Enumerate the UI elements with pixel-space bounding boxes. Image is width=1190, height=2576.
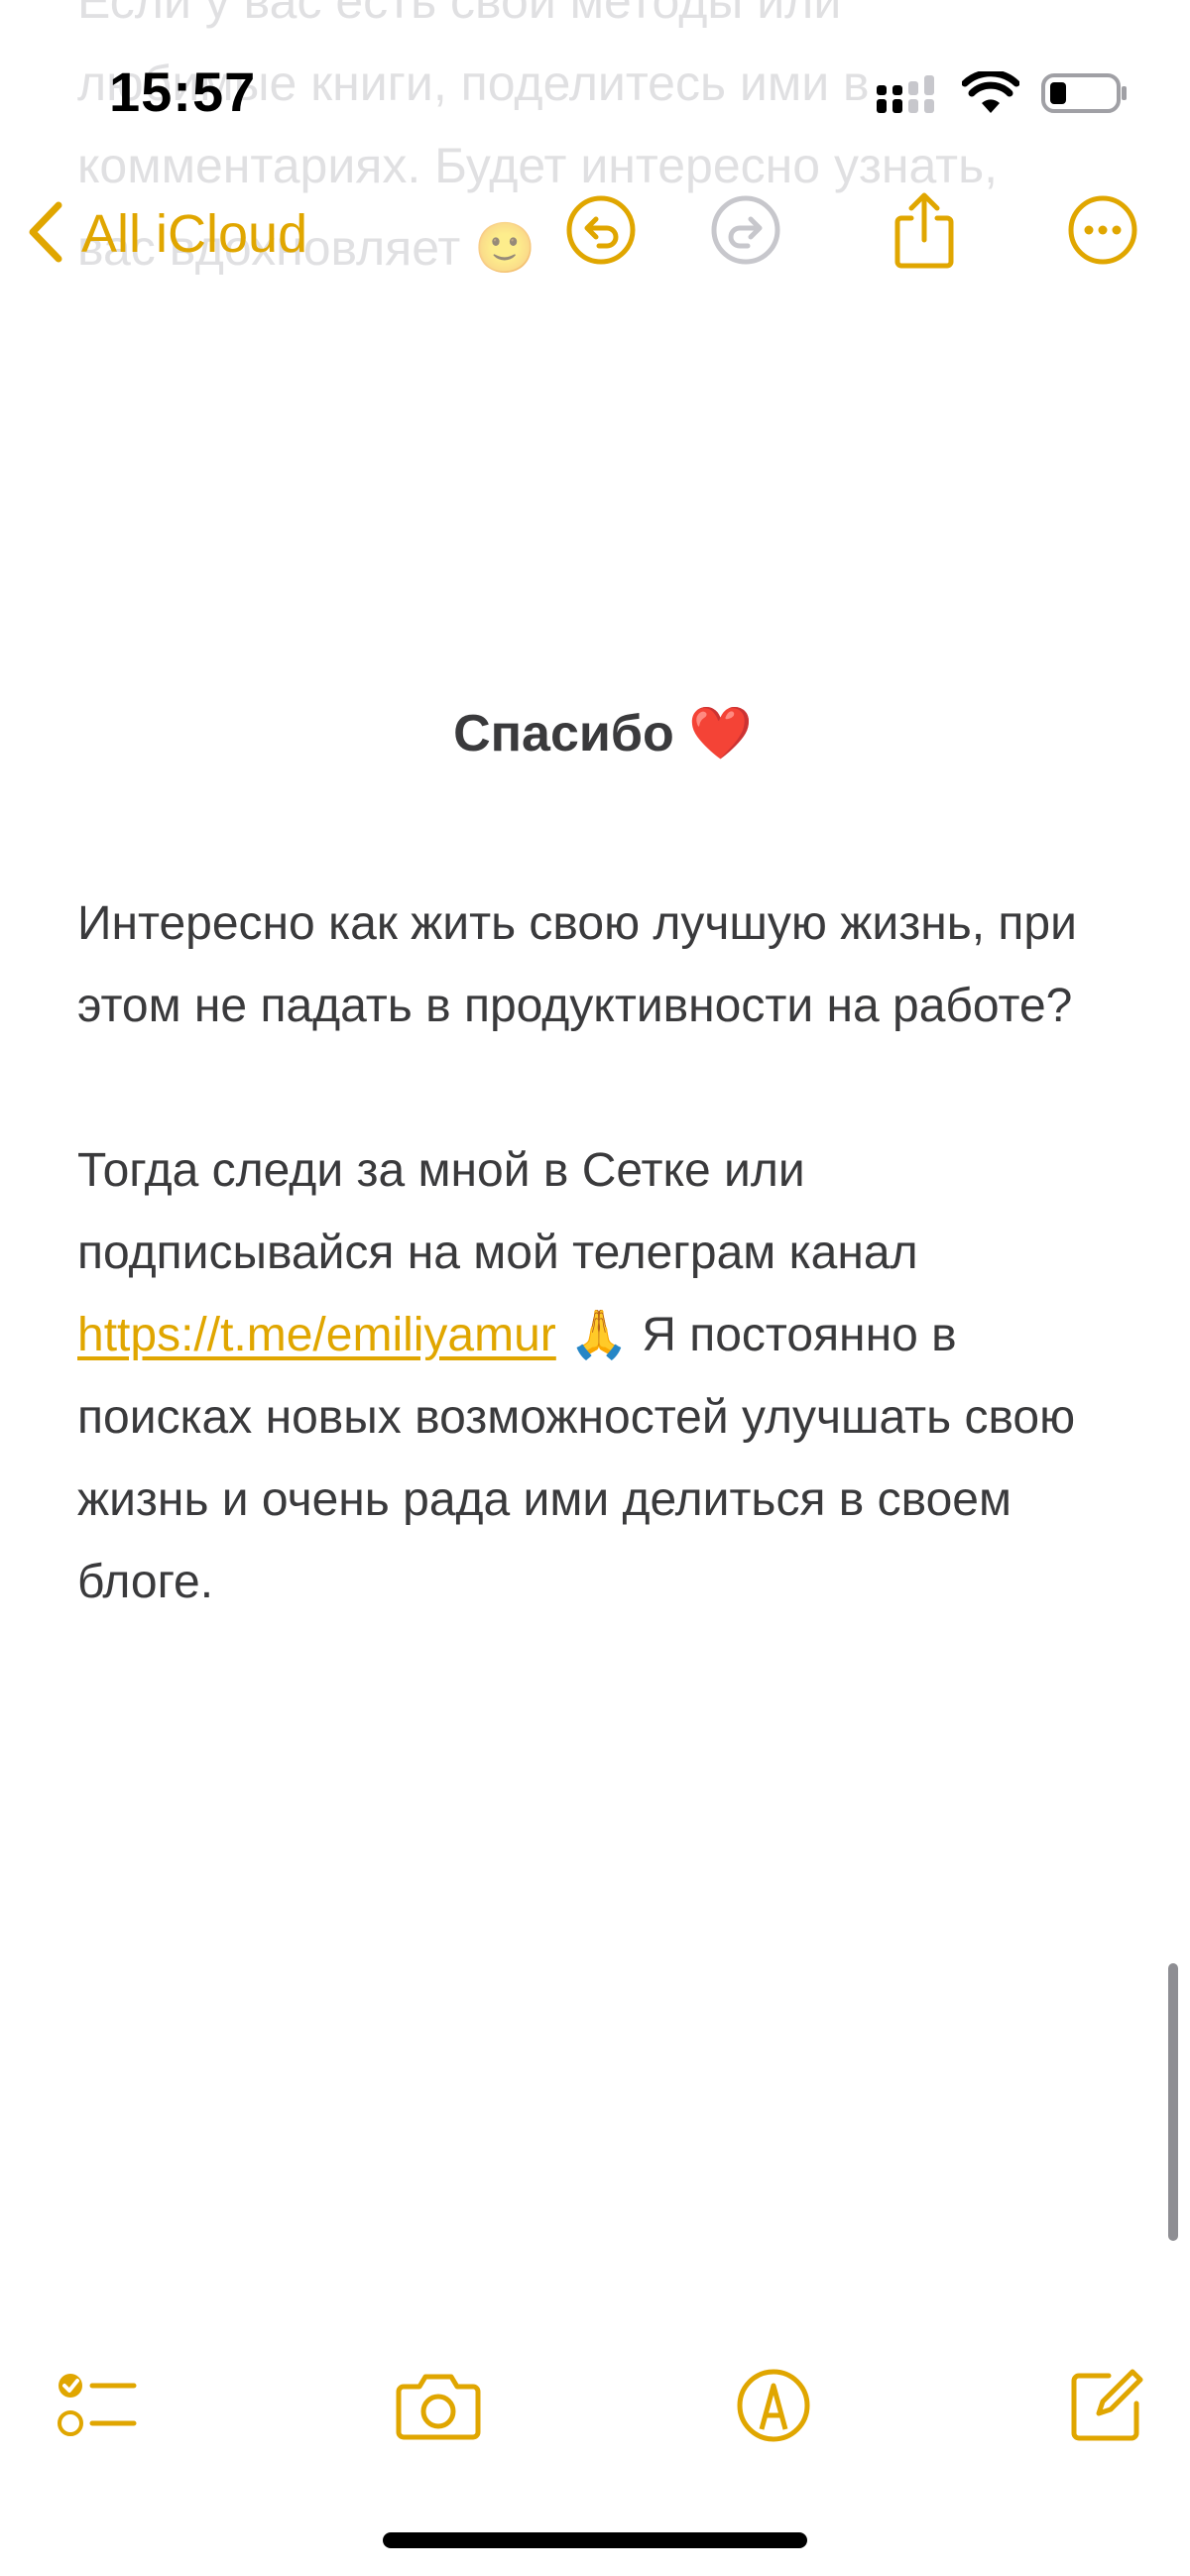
checklist-button[interactable] xyxy=(50,2360,145,2455)
camera-icon xyxy=(396,2371,481,2445)
home-indicator[interactable] xyxy=(383,2532,807,2548)
telegram-link[interactable]: https://t.me/emiliyamur xyxy=(77,1309,556,1361)
more-button[interactable] xyxy=(1061,190,1144,274)
share-button[interactable] xyxy=(883,190,966,274)
status-icons xyxy=(877,67,1129,123)
compose-button[interactable] xyxy=(1059,2360,1154,2455)
back-label: All iCloud xyxy=(81,204,308,264)
note-paragraph: Тогда следи за мной в Сетке или подписыв… xyxy=(77,1129,1129,1623)
note-text: Тогда следи за мной в Сетке или подписыв… xyxy=(77,1144,918,1279)
back-button[interactable]: All iCloud xyxy=(26,196,307,272)
share-icon xyxy=(890,190,959,275)
note-heading: Спасибо ❤️ xyxy=(453,705,753,762)
navigation-bar: All iCloud xyxy=(0,178,1190,288)
note-paragraph: Интересно как жить свою лучшую жизнь, пр… xyxy=(77,897,1077,1032)
more-icon xyxy=(1067,194,1138,271)
checklist-icon xyxy=(57,2370,138,2446)
cellular-signal-icon xyxy=(877,73,940,118)
markup-icon xyxy=(736,2368,811,2448)
chevron-left-icon xyxy=(26,199,65,270)
undo-button[interactable] xyxy=(559,190,643,274)
status-bar: 15:57 xyxy=(0,0,1190,178)
scroll-indicator[interactable] xyxy=(1168,1963,1178,2241)
camera-button[interactable] xyxy=(391,2360,486,2455)
redo-button[interactable] xyxy=(704,190,787,274)
markup-button[interactable] xyxy=(726,2360,821,2455)
note-body[interactable]: Спасибо ❤️ Интересно как жить свою лучшу… xyxy=(77,694,1129,1705)
wifi-icon xyxy=(961,68,1020,120)
status-time: 15:57 xyxy=(109,60,257,123)
compose-icon xyxy=(1069,2368,1144,2448)
redo-icon xyxy=(710,194,781,271)
undo-icon xyxy=(565,194,637,271)
battery-icon xyxy=(1041,71,1129,120)
bottom-toolbar xyxy=(0,2340,1190,2459)
